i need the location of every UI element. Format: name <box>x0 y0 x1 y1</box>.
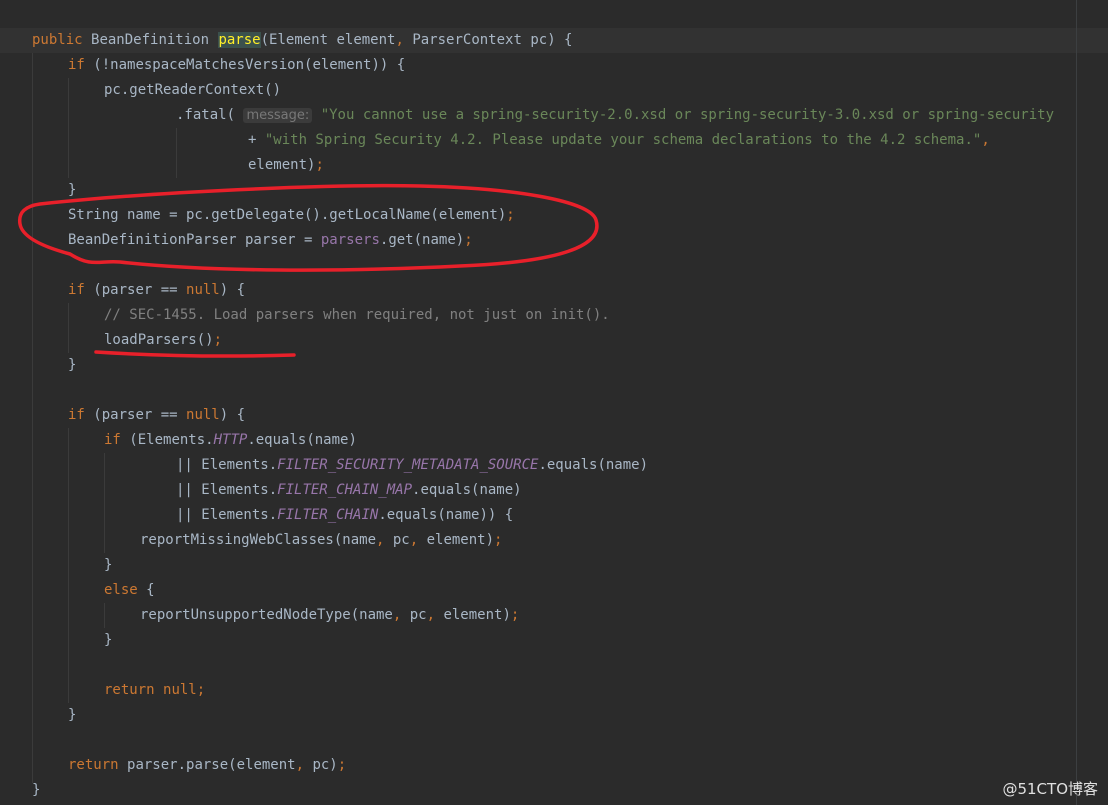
code-line-14: } <box>68 357 77 373</box>
code-line-13: loadParsers(); <box>104 332 223 348</box>
method-name[interactable]: parse <box>218 32 261 48</box>
code-line-3: pc.getReaderContext() <box>104 82 282 98</box>
code-line-30: return parser.parse(element, pc); <box>68 757 347 773</box>
code-line-1: public BeanDefinition parse(Element elem… <box>32 32 573 48</box>
code-line-23: else { <box>104 582 155 598</box>
code-line-16: if (parser == null) { <box>68 407 246 423</box>
code-line-19: || Elements.FILTER_CHAIN_MAP.equals(name… <box>176 482 522 498</box>
code-line-31: } <box>32 782 41 798</box>
code-line-25: } <box>104 632 113 648</box>
code-line-17: if (Elements.HTTP.equals(name) <box>104 432 357 448</box>
code-line-28: } <box>68 707 77 723</box>
code-line-20: || Elements.FILTER_CHAIN.equals(name)) { <box>176 507 514 523</box>
code-line-8: String name = pc.getDelegate().getLocalN… <box>68 207 515 223</box>
code-line-12: // SEC-1455. Load parsers when required,… <box>0 303 1108 328</box>
code-line-24: reportUnsupportedNodeType(name, pc, elem… <box>140 607 520 623</box>
code-line-18: || Elements.FILTER_SECURITY_METADATA_SOU… <box>176 457 649 473</box>
code-editor[interactable]: public BeanDefinition parse(Element elem… <box>0 0 1108 805</box>
code-line-4: .fatal( message: "You cannot use a sprin… <box>176 107 1055 123</box>
code-line-2: if (!namespaceMatchesVersion(element)) { <box>68 57 406 73</box>
code-line-27: return null; <box>104 682 206 698</box>
watermark: @51CTO博客 <box>1002 780 1098 798</box>
code-line-6: element); <box>248 157 324 173</box>
parameter-hint: message: <box>243 108 313 123</box>
code-line-11: if (parser == null) { <box>68 282 246 298</box>
code-area[interactable]: public BeanDefinition parse(Element elem… <box>0 28 1108 803</box>
code-line-9: BeanDefinitionParser parser = parsers.ge… <box>68 232 473 248</box>
code-comment: // SEC-1455. Load parsers when required,… <box>104 307 610 323</box>
code-line-7: } <box>68 182 77 198</box>
code-line-21: reportMissingWebClasses(name, pc, elemen… <box>140 532 503 548</box>
code-line-22: } <box>104 557 113 573</box>
code-line-5: + "with Spring Security 4.2. Please upda… <box>248 132 990 148</box>
